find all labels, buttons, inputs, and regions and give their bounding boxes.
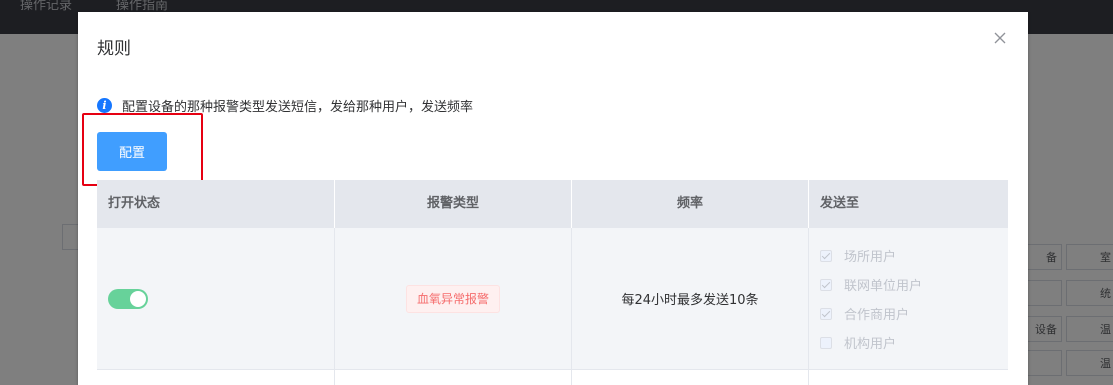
table-cell bbox=[572, 370, 809, 385]
column-header-send-to: 发送至 bbox=[820, 196, 860, 211]
recipient-checkbox-group: 场所用户 联网单位用户 合作商用户 机构用户 bbox=[820, 241, 922, 357]
column-header-alarm-type: 报警类型 bbox=[335, 180, 572, 228]
recipient-label: 合作商用户 bbox=[844, 308, 910, 323]
recipient-label: 场所用户 bbox=[844, 250, 897, 265]
table-row: 血氧异常报警 每24小时最多发送10条 场所用户 联网单位用户 合作商用户 机构… bbox=[97, 228, 1008, 370]
column-header-frequency: 频率 bbox=[572, 180, 809, 228]
alarm-type-cell: 血氧异常报警 bbox=[335, 228, 572, 369]
checkbox-checked-icon[interactable] bbox=[820, 278, 832, 291]
rules-dialog: 规则 i 配置设备的那种报警类型发送短信，发给那种用户，发送频率 配置 打开状态… bbox=[78, 12, 1028, 385]
alarm-type-tag: 血氧异常报警 bbox=[406, 285, 501, 313]
recipient-checkbox-partner[interactable]: 合作商用户 bbox=[820, 299, 922, 328]
frequency-text: 每24小时最多发送10条 bbox=[621, 293, 759, 308]
column-header-status: 打开状态 bbox=[97, 180, 335, 228]
close-icon[interactable] bbox=[992, 30, 1008, 46]
recipient-checkbox-venue[interactable]: 场所用户 bbox=[820, 241, 922, 270]
info-hint: i 配置设备的那种报警类型发送短信，发给那种用户，发送频率 bbox=[97, 96, 474, 115]
config-button[interactable]: 配置 bbox=[97, 132, 167, 171]
send-to-cell: 场所用户 联网单位用户 合作商用户 机构用户 bbox=[809, 228, 1008, 369]
status-cell bbox=[97, 228, 335, 369]
table-header: 打开状态 报警类型 频率 发送至 bbox=[97, 180, 1008, 228]
checkbox-checked-icon[interactable] bbox=[820, 307, 832, 320]
frequency-cell: 每24小时最多发送10条 bbox=[572, 228, 809, 369]
checkbox-checked-icon[interactable] bbox=[820, 249, 832, 262]
info-text: 配置设备的那种报警类型发送短信，发给那种用户，发送频率 bbox=[122, 99, 474, 115]
switch-knob bbox=[130, 291, 146, 307]
enable-switch[interactable] bbox=[108, 289, 148, 309]
dialog-title: 规则 bbox=[97, 39, 131, 59]
recipient-label: 机构用户 bbox=[844, 337, 897, 352]
checkbox-unchecked-icon[interactable] bbox=[820, 336, 832, 349]
info-icon: i bbox=[97, 97, 112, 113]
table-row bbox=[97, 370, 1008, 385]
rules-table: 打开状态 报警类型 频率 发送至 血氧异常报警 每24小时最多发送10条 场所用… bbox=[97, 180, 1008, 385]
recipient-checkbox-institution[interactable]: 机构用户 bbox=[820, 328, 922, 357]
table-cell bbox=[97, 370, 335, 385]
table-cell bbox=[335, 370, 572, 385]
recipient-checkbox-network-unit[interactable]: 联网单位用户 bbox=[820, 270, 922, 299]
recipient-label: 联网单位用户 bbox=[844, 279, 923, 294]
table-cell bbox=[809, 370, 1008, 385]
